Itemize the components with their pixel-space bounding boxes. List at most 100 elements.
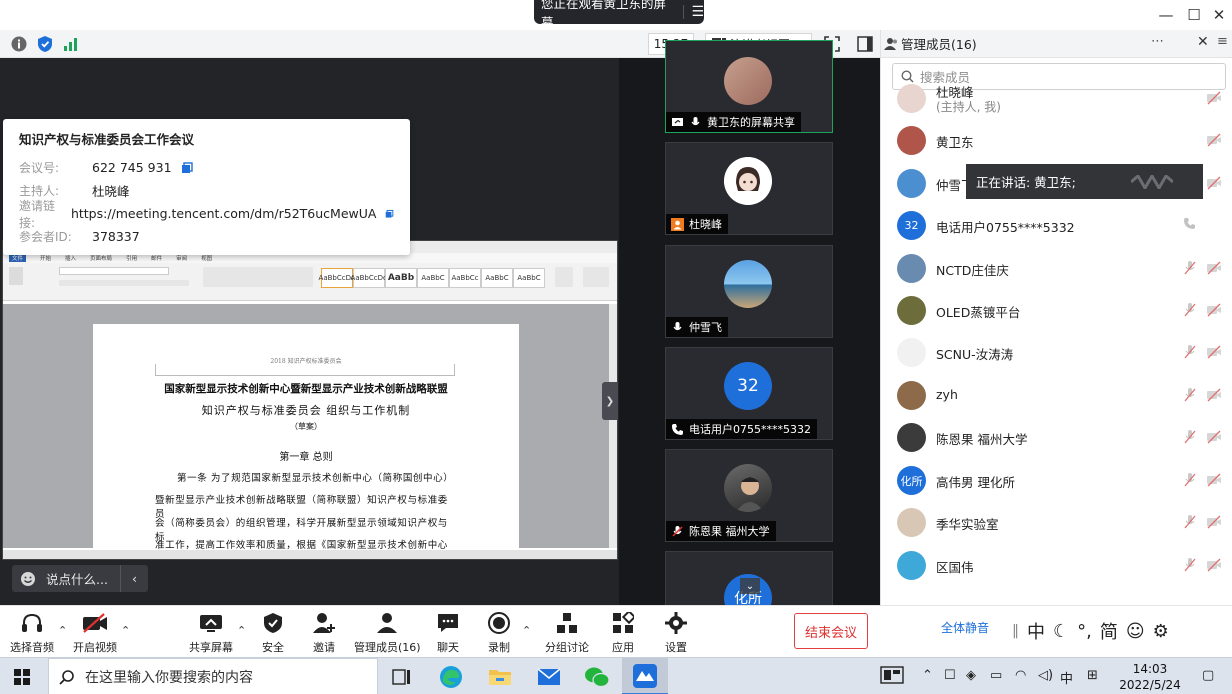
mail-icon[interactable]: [535, 663, 563, 691]
tablet-mode-icon[interactable]: [880, 666, 904, 688]
apps-button[interactable]: 应用: [610, 610, 636, 655]
member-row[interactable]: 区国伟: [881, 544, 1232, 586]
copy-icon[interactable]: [385, 208, 394, 220]
member-row[interactable]: NCTD庄佳庆: [881, 247, 1232, 289]
video-tile[interactable]: 杜晓峰: [665, 142, 833, 235]
sidebar-toggle-icon[interactable]: [856, 35, 874, 53]
taskbar-active-app[interactable]: [622, 658, 668, 694]
video-tile[interactable]: 黄卫东的屏幕共享: [665, 40, 833, 133]
member-row[interactable]: 黄卫东: [881, 119, 1232, 161]
edge-browser-icon[interactable]: [437, 663, 465, 691]
member-row[interactable]: 杜晓峰 (主持人, 我): [881, 77, 1232, 119]
shared-screen-view[interactable]: (...) 文件 开始 插入 页面布局 引用 邮件 审阅 视图 AaBbCcDd…: [2, 240, 618, 560]
chevron-down-icon[interactable]: ⌄: [740, 578, 760, 594]
mic-muted-icon[interactable]: [1183, 344, 1197, 360]
security-shield-icon[interactable]: [36, 35, 54, 53]
member-row[interactable]: 陈恩果 福州大学: [881, 416, 1232, 458]
video-off-icon[interactable]: [1206, 91, 1222, 105]
mic-muted-icon[interactable]: [1183, 387, 1197, 403]
video-off-icon[interactable]: [1206, 303, 1222, 317]
breakout-rooms-button[interactable]: 分组讨论: [545, 610, 589, 655]
chevron-right-icon[interactable]: ❯: [602, 382, 618, 420]
gear-icon[interactable]: ⚙: [1153, 621, 1169, 642]
taskbar-clock[interactable]: 14:03 2022/5/24: [1115, 661, 1185, 693]
end-meeting-button[interactable]: 结束会议: [794, 613, 868, 649]
hamburger-menu-icon[interactable]: ≡: [1217, 34, 1228, 49]
start-video-button[interactable]: 开启视频: [73, 610, 117, 655]
select-audio-button[interactable]: 选择音频: [10, 610, 54, 655]
minimize-icon[interactable]: —: [1155, 4, 1177, 26]
close-icon[interactable]: ✕: [1197, 34, 1209, 50]
ime-drag-handle[interactable]: ‖: [1012, 623, 1019, 639]
video-tile[interactable]: 陈恩果 福州大学: [665, 449, 833, 542]
mic-muted-icon[interactable]: [1183, 514, 1197, 530]
chevron-up-icon[interactable]: ⌃: [121, 624, 130, 637]
chevron-up-icon[interactable]: ⌃: [522, 624, 531, 637]
close-window-icon[interactable]: ✕: [1208, 4, 1230, 26]
chevron-up-icon[interactable]: ⌃: [58, 624, 67, 637]
member-row[interactable]: SCNU-汝涛涛: [881, 331, 1232, 373]
member-row[interactable]: 32 电话用户0755****5332: [881, 204, 1232, 246]
member-row[interactable]: 季华实验室: [881, 501, 1232, 543]
emoji-icon[interactable]: [20, 571, 36, 587]
video-off-icon[interactable]: [1206, 473, 1222, 487]
maximize-icon[interactable]: ☐: [1183, 4, 1205, 26]
member-row[interactable]: zyh: [881, 374, 1232, 416]
chat-button[interactable]: 聊天: [435, 610, 461, 655]
video-off-icon[interactable]: [1206, 558, 1222, 572]
video-off-icon[interactable]: [1206, 515, 1222, 529]
settings-button[interactable]: 设置: [663, 610, 689, 655]
manage-members-button[interactable]: 管理成员(16): [354, 610, 421, 655]
more-icon[interactable]: ⋯: [1151, 34, 1164, 49]
volume-icon[interactable]: ◁): [1038, 668, 1053, 683]
video-off-icon[interactable]: [1206, 261, 1222, 275]
tray-security-icon[interactable]: ◈: [966, 668, 976, 683]
hamburger-menu-icon[interactable]: ☰: [691, 5, 704, 19]
windows-start-icon[interactable]: [14, 669, 30, 685]
taskbar-search-input[interactable]: 在这里输入你要搜索的内容: [48, 658, 378, 694]
battery-icon[interactable]: ▭: [990, 668, 1002, 683]
video-tile[interactable]: 32 电话用户0755****5332: [665, 347, 833, 440]
chevron-up-icon[interactable]: ⌃: [237, 624, 246, 637]
punctuation-icon[interactable]: °,: [1077, 621, 1092, 642]
member-row[interactable]: 化所 高伟男 理化所: [881, 459, 1232, 501]
mic-muted-icon[interactable]: [1183, 260, 1197, 276]
notification-icon[interactable]: ▢: [1202, 668, 1214, 683]
security-button[interactable]: 安全: [260, 610, 286, 655]
mic-muted-icon[interactable]: [1183, 429, 1197, 445]
member-row[interactable]: OLED蒸镀平台: [881, 289, 1232, 331]
video-off-icon[interactable]: [1206, 133, 1222, 147]
ime-language[interactable]: 中: [1027, 618, 1045, 644]
ime-mode[interactable]: 简: [1100, 618, 1118, 644]
tray-app-icon[interactable]: ☐: [944, 668, 956, 683]
mic-muted-icon[interactable]: [1183, 302, 1197, 318]
file-explorer-icon[interactable]: [486, 663, 514, 691]
emoji-icon[interactable]: ☺: [1126, 621, 1145, 642]
network-signal-icon[interactable]: [62, 35, 80, 53]
chevron-up-icon[interactable]: ⌃: [922, 668, 933, 683]
video-tile[interactable]: 仲雪飞: [665, 245, 833, 338]
chevron-left-icon[interactable]: ‹: [120, 565, 148, 592]
mute-all-button[interactable]: 全体静音: [924, 614, 1006, 640]
mic-muted-icon[interactable]: [1183, 472, 1197, 488]
task-view-icon[interactable]: [388, 663, 416, 691]
ime-grid-icon[interactable]: ⊞: [1087, 668, 1098, 683]
video-off-icon[interactable]: [1206, 345, 1222, 359]
wechat-icon[interactable]: [583, 663, 611, 691]
invite-button[interactable]: 邀请: [311, 610, 337, 655]
quick-chat-input[interactable]: 说点什么... ‹: [12, 565, 148, 592]
invite-link-value[interactable]: https://meeting.tencent.com/dm/r52T6ucMe…: [71, 206, 377, 221]
info-icon[interactable]: [10, 35, 28, 53]
mic-muted-icon[interactable]: [1183, 557, 1197, 573]
video-off-icon[interactable]: [1206, 388, 1222, 402]
copy-icon[interactable]: [181, 161, 193, 174]
video-tile[interactable]: 化所 ⌄: [665, 551, 833, 611]
screen-share-banner[interactable]: 您正在观看黄卫东的屏幕 ☰: [534, 0, 704, 30]
video-off-icon[interactable]: [1206, 176, 1222, 190]
video-off-icon[interactable]: [1206, 430, 1222, 444]
phone-icon[interactable]: [1183, 217, 1197, 233]
record-button[interactable]: 录制: [486, 610, 512, 655]
share-screen-button[interactable]: 共享屏幕: [189, 610, 233, 655]
taskbar-ime-language[interactable]: 中: [1060, 668, 1073, 687]
moon-icon[interactable]: ☾: [1053, 621, 1069, 642]
